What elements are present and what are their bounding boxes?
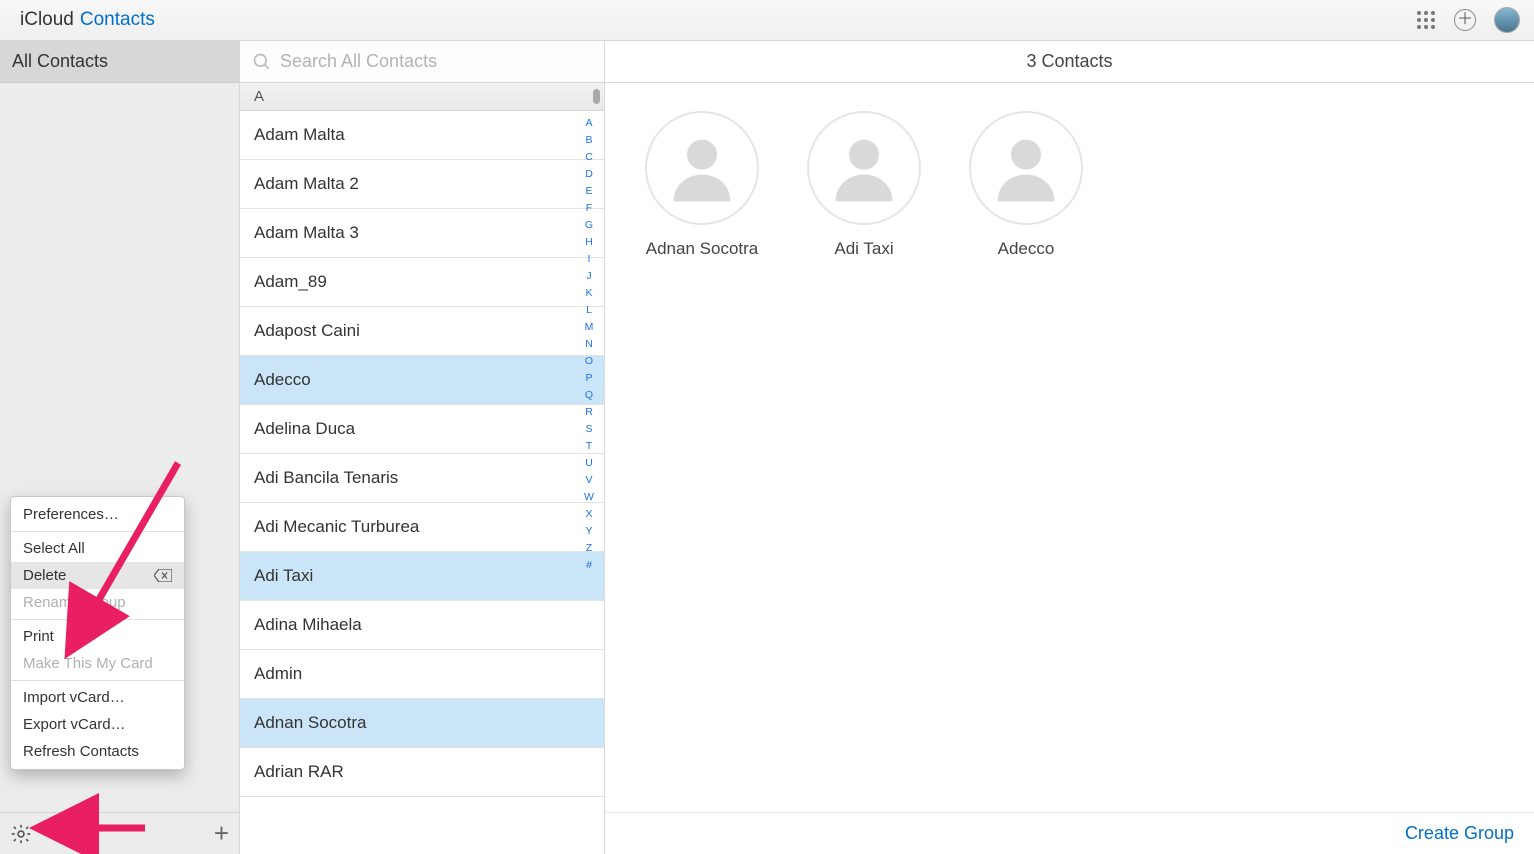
alpha-letter[interactable]: A xyxy=(585,117,592,129)
menu-make-my-card: Make This My Card xyxy=(11,650,184,677)
menu-rename-group: Rename Group xyxy=(11,589,184,616)
alpha-letter[interactable]: F xyxy=(586,202,592,214)
contact-row[interactable]: Adi Bancila Tenaris xyxy=(240,454,604,503)
alpha-letter[interactable]: H xyxy=(585,236,593,248)
icloud-label: iCloud xyxy=(20,9,74,31)
alpha-letter[interactable]: Q xyxy=(585,389,593,401)
search-bar xyxy=(240,41,604,83)
alpha-letter[interactable]: I xyxy=(588,253,591,265)
apps-grid-icon[interactable] xyxy=(1416,10,1436,30)
alpha-letter[interactable]: K xyxy=(585,287,592,299)
contact-card[interactable]: Adi Taxi xyxy=(807,111,921,259)
alpha-letter[interactable]: N xyxy=(585,338,593,350)
breadcrumb[interactable]: iCloud Contacts xyxy=(14,9,155,31)
contact-row[interactable]: Adi Mecanic Turburea xyxy=(240,503,604,552)
alpha-letter[interactable]: O xyxy=(585,355,593,367)
search-icon xyxy=(252,52,272,72)
alpha-letter[interactable]: L xyxy=(586,304,592,316)
silhouette-icon xyxy=(807,111,921,225)
contact-row[interactable]: Adelina Duca xyxy=(240,405,604,454)
contact-row[interactable]: Adnan Socotra xyxy=(240,699,604,748)
alpha-letter[interactable]: R xyxy=(585,406,593,418)
sidebar-toolbar: + xyxy=(0,812,239,854)
app-header: iCloud Contacts ＋ xyxy=(0,0,1534,41)
alpha-letter[interactable]: V xyxy=(585,474,592,486)
alpha-letter[interactable]: D xyxy=(585,168,593,180)
alpha-letter[interactable]: W xyxy=(584,491,594,503)
menu-print[interactable]: Print xyxy=(11,623,184,650)
alpha-letter[interactable]: T xyxy=(586,440,592,452)
settings-gear-icon[interactable] xyxy=(10,823,32,845)
contact-row[interactable]: Admin xyxy=(240,650,604,699)
contact-row[interactable]: Adi Taxi xyxy=(240,552,604,601)
alpha-letter[interactable]: C xyxy=(585,151,593,163)
group-all-contacts[interactable]: All Contacts xyxy=(0,41,239,83)
alpha-index[interactable]: ABCDEFGHIJKLMNOPQRSTUVWXYZ # xyxy=(578,111,600,854)
alpha-letter[interactable]: J xyxy=(586,270,591,282)
menu-delete[interactable]: Delete xyxy=(11,562,184,589)
alpha-letter[interactable]: Z xyxy=(586,542,592,554)
contact-row[interactable]: Adecco xyxy=(240,356,604,405)
alpha-letter[interactable]: M xyxy=(585,321,594,333)
contact-row[interactable]: Adam Malta xyxy=(240,111,604,160)
contacts-label: Contacts xyxy=(80,9,155,31)
add-button[interactable]: + xyxy=(214,818,229,849)
card-name: Adnan Socotra xyxy=(646,239,758,259)
card-name: Adi Taxi xyxy=(834,239,893,259)
alpha-letter[interactable]: G xyxy=(585,219,593,231)
settings-popup-menu: Preferences… Select All Delete Rename Gr… xyxy=(10,496,185,770)
menu-import-vcard[interactable]: Import vCard… xyxy=(11,684,184,711)
menu-select-all[interactable]: Select All xyxy=(11,535,184,562)
menu-refresh-contacts[interactable]: Refresh Contacts xyxy=(11,738,184,765)
alpha-letter[interactable]: X xyxy=(585,508,592,520)
alpha-letter[interactable]: U xyxy=(585,457,593,469)
contact-card[interactable]: Adnan Socotra xyxy=(645,111,759,259)
alpha-letter[interactable]: P xyxy=(585,372,592,384)
contact-row[interactable]: Adam_89 xyxy=(240,258,604,307)
contact-row[interactable]: Adapost Caini xyxy=(240,307,604,356)
silhouette-icon xyxy=(645,111,759,225)
detail-column: 3 Contacts Adnan Socotra Adi Taxi Adecco C… xyxy=(605,41,1534,854)
contact-card[interactable]: Adecco xyxy=(969,111,1083,259)
list-section-header: A xyxy=(240,83,604,111)
alpha-letter[interactable]: Y xyxy=(585,525,592,537)
menu-preferences[interactable]: Preferences… xyxy=(11,501,184,528)
section-letter: A xyxy=(254,88,264,105)
contacts-list-column: A Adam MaltaAdam Malta 2Adam Malta 3Adam… xyxy=(240,41,605,854)
contact-row[interactable]: Adrian RAR xyxy=(240,748,604,797)
alpha-letter[interactable]: B xyxy=(585,134,592,146)
detail-body: Adnan Socotra Adi Taxi Adecco xyxy=(605,83,1534,812)
alpha-letter[interactable]: E xyxy=(585,185,592,197)
search-input[interactable] xyxy=(280,51,592,72)
menu-delete-label: Delete xyxy=(23,567,66,584)
user-avatar[interactable] xyxy=(1494,7,1520,33)
detail-header: 3 Contacts xyxy=(605,41,1534,83)
contacts-list: Adam MaltaAdam Malta 2Adam Malta 3Adam_8… xyxy=(240,111,604,854)
alpha-letter[interactable]: # xyxy=(586,559,592,571)
card-name: Adecco xyxy=(998,239,1055,259)
menu-export-vcard[interactable]: Export vCard… xyxy=(11,711,184,738)
backspace-icon xyxy=(154,569,172,582)
silhouette-icon xyxy=(969,111,1083,225)
create-group-button[interactable]: Create Group xyxy=(1405,823,1514,844)
contact-row[interactable]: Adam Malta 2 xyxy=(240,160,604,209)
contact-row[interactable]: Adina Mihaela xyxy=(240,601,604,650)
add-contact-icon[interactable]: ＋ xyxy=(1454,9,1476,31)
alpha-letter[interactable]: S xyxy=(585,423,592,435)
scrollbar-thumb[interactable] xyxy=(593,89,600,104)
contact-row[interactable]: Adam Malta 3 xyxy=(240,209,604,258)
groups-sidebar: All Contacts Preferences… Select All Del… xyxy=(0,41,240,854)
